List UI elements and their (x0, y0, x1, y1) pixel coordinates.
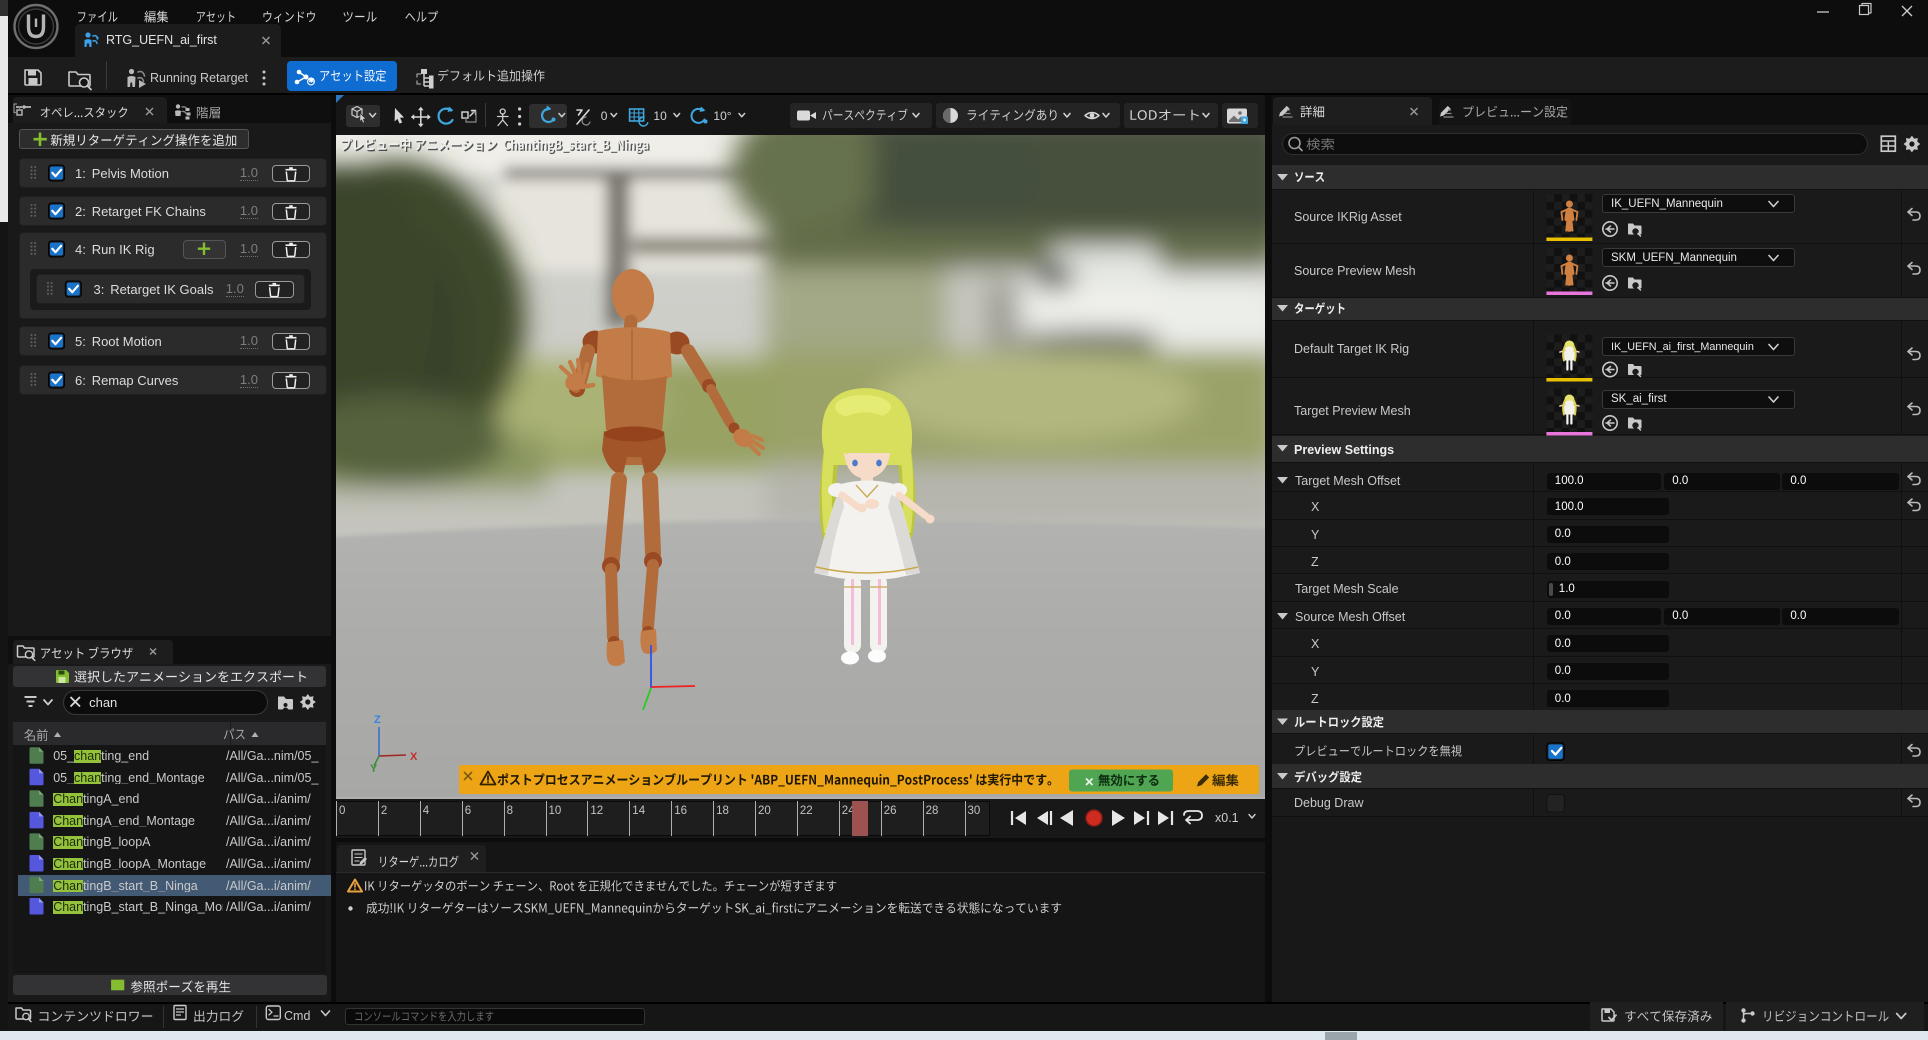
svg-text:X: X (410, 751, 418, 763)
svg-text:Z: Z (374, 714, 381, 726)
svg-text:Y: Y (370, 763, 378, 775)
